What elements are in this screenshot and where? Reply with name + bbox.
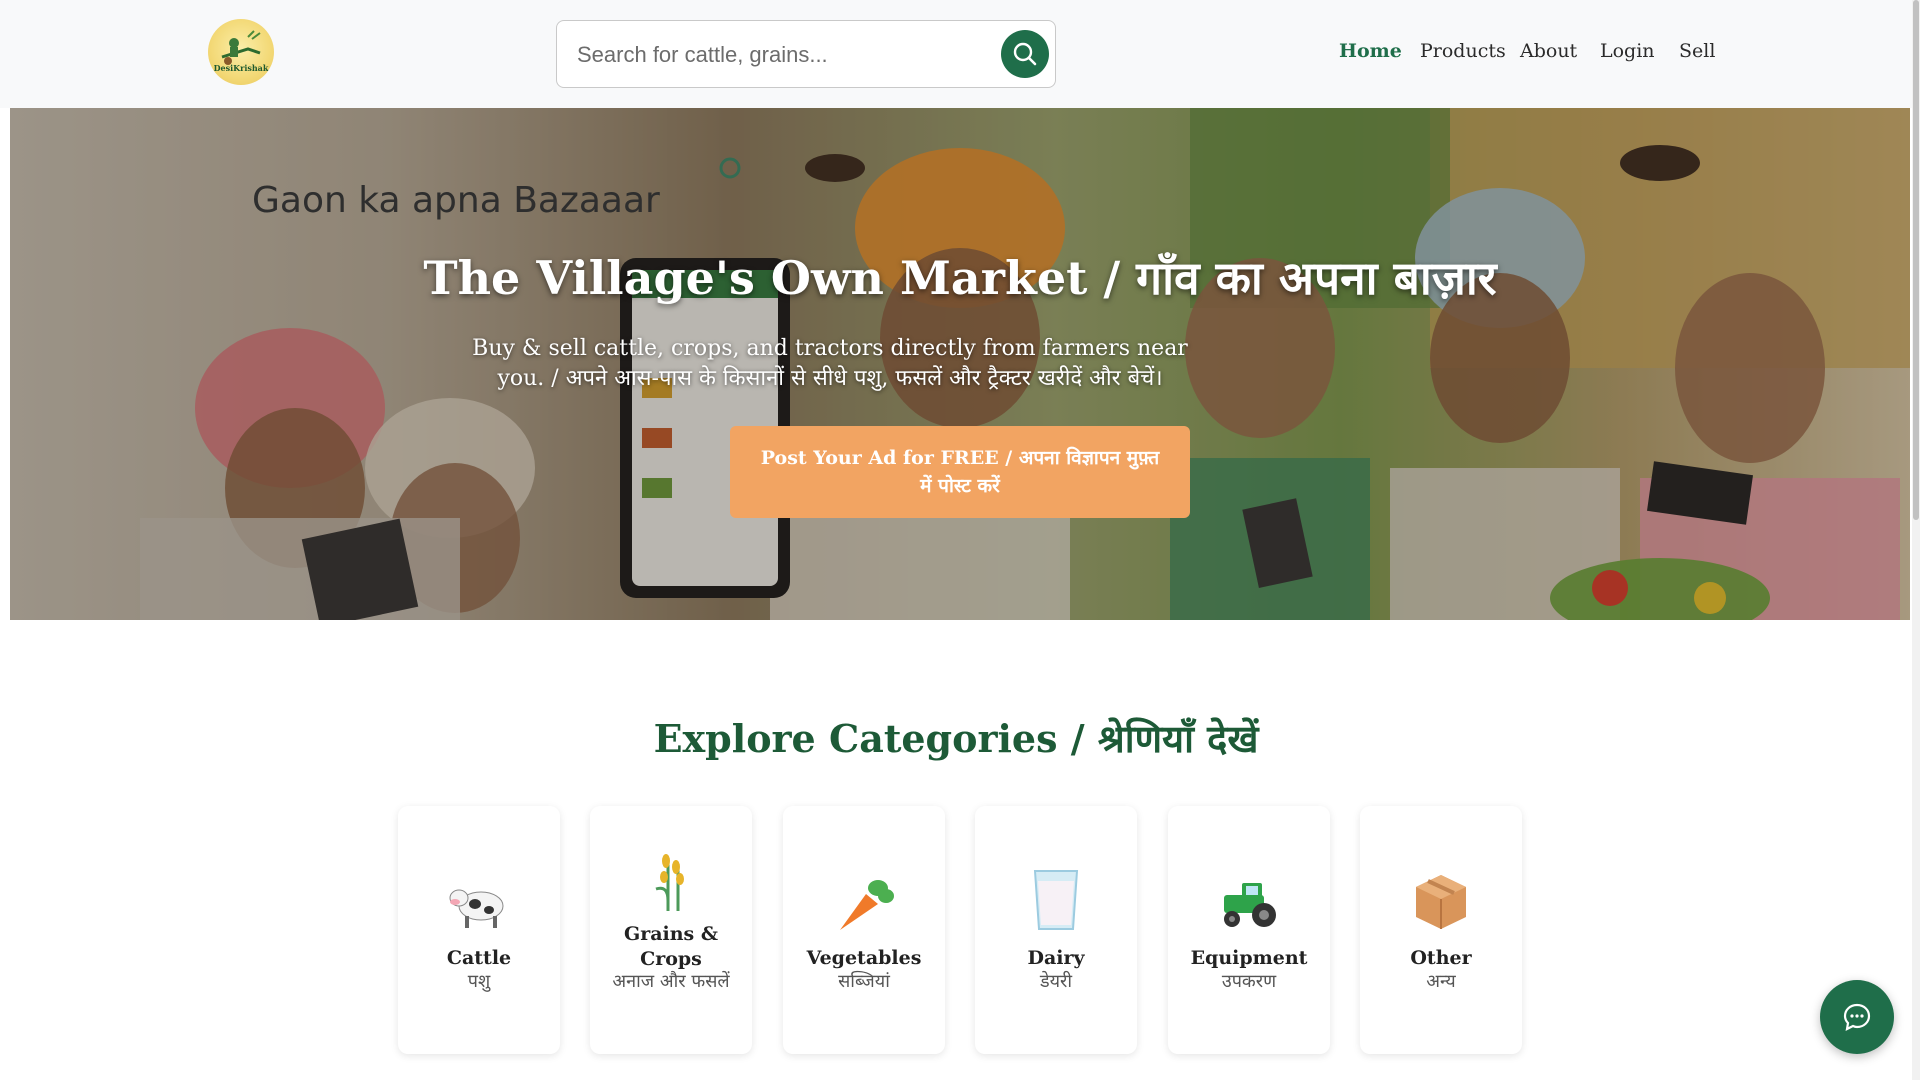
- site-header: DesiKrishak Home Products About Login Se…: [0, 0, 1912, 108]
- category-label-en: Equipment: [1190, 947, 1308, 969]
- search-bar: [556, 20, 1056, 88]
- nav-about[interactable]: About: [1520, 40, 1577, 62]
- category-label-en: Cattle: [446, 947, 512, 969]
- search-button[interactable]: [1001, 30, 1049, 78]
- category-card-vegetables[interactable]: Vegetables सब्जियां: [783, 806, 945, 1054]
- category-label-en: Vegetables: [806, 947, 922, 969]
- hero-banner: Gaon ka apna Bazaaar The Village's Own M…: [10, 108, 1910, 620]
- category-card-other[interactable]: Other अन्य: [1360, 806, 1522, 1054]
- category-label-hi: अन्य: [1426, 971, 1456, 992]
- nav-login[interactable]: Login: [1600, 40, 1655, 62]
- logo-text: DesiKrishak: [213, 63, 269, 73]
- post-ad-button[interactable]: Post Your Ad for FREE / अपना विज्ञापन मु…: [730, 426, 1190, 518]
- package-icon: [1401, 862, 1481, 942]
- hero-title: The Village's Own Market / गाँव का अपना …: [423, 251, 1497, 305]
- category-card-dairy[interactable]: Dairy डेयरी: [975, 806, 1137, 1054]
- nav-products[interactable]: Products: [1420, 40, 1506, 62]
- hero-tagline: Gaon ka apna Bazaaar: [252, 180, 660, 221]
- tractor-icon: [1209, 864, 1289, 944]
- search-input[interactable]: [577, 35, 967, 75]
- category-card-cattle[interactable]: Cattle पशु: [398, 806, 560, 1054]
- chat-bubble-icon: [1843, 1003, 1871, 1031]
- scrollbar-thumb[interactable]: [1913, 0, 1919, 520]
- page-scrollbar[interactable]: [1912, 0, 1920, 1080]
- cow-icon: [439, 864, 519, 944]
- category-label-en: Dairy: [1027, 947, 1085, 969]
- category-label-hi: डेयरी: [1039, 971, 1073, 992]
- category-label-hi: सब्जियां: [838, 971, 890, 992]
- hero-subtitle: Buy & sell cattle, crops, and tractors d…: [472, 336, 1188, 391]
- category-label-hi: अनाज और फसलें: [612, 971, 730, 992]
- nav-home[interactable]: Home: [1339, 40, 1402, 62]
- categories-title: Explore Categories / श्रेणियाँ देखें: [653, 716, 1259, 761]
- site-logo[interactable]: DesiKrishak: [208, 19, 274, 85]
- category-card-equipment[interactable]: Equipment उपकरण: [1168, 806, 1330, 1054]
- search-icon: [1013, 42, 1037, 66]
- milk-glass-icon: [1016, 860, 1096, 940]
- category-label-hi: पशु: [467, 971, 491, 992]
- category-card-grains[interactable]: Grains & Crops अनाज और फसलें: [590, 806, 752, 1054]
- category-label-hi: उपकरण: [1221, 971, 1277, 992]
- farmer-logo-icon: [221, 30, 261, 65]
- nav-sell[interactable]: Sell: [1679, 40, 1715, 62]
- chat-button[interactable]: [1820, 980, 1894, 1054]
- category-label-en: Grains & Crops: [623, 923, 719, 970]
- carrot-icon: [824, 864, 904, 944]
- wheat-icon: [631, 842, 711, 922]
- category-label-en: Other: [1410, 947, 1472, 969]
